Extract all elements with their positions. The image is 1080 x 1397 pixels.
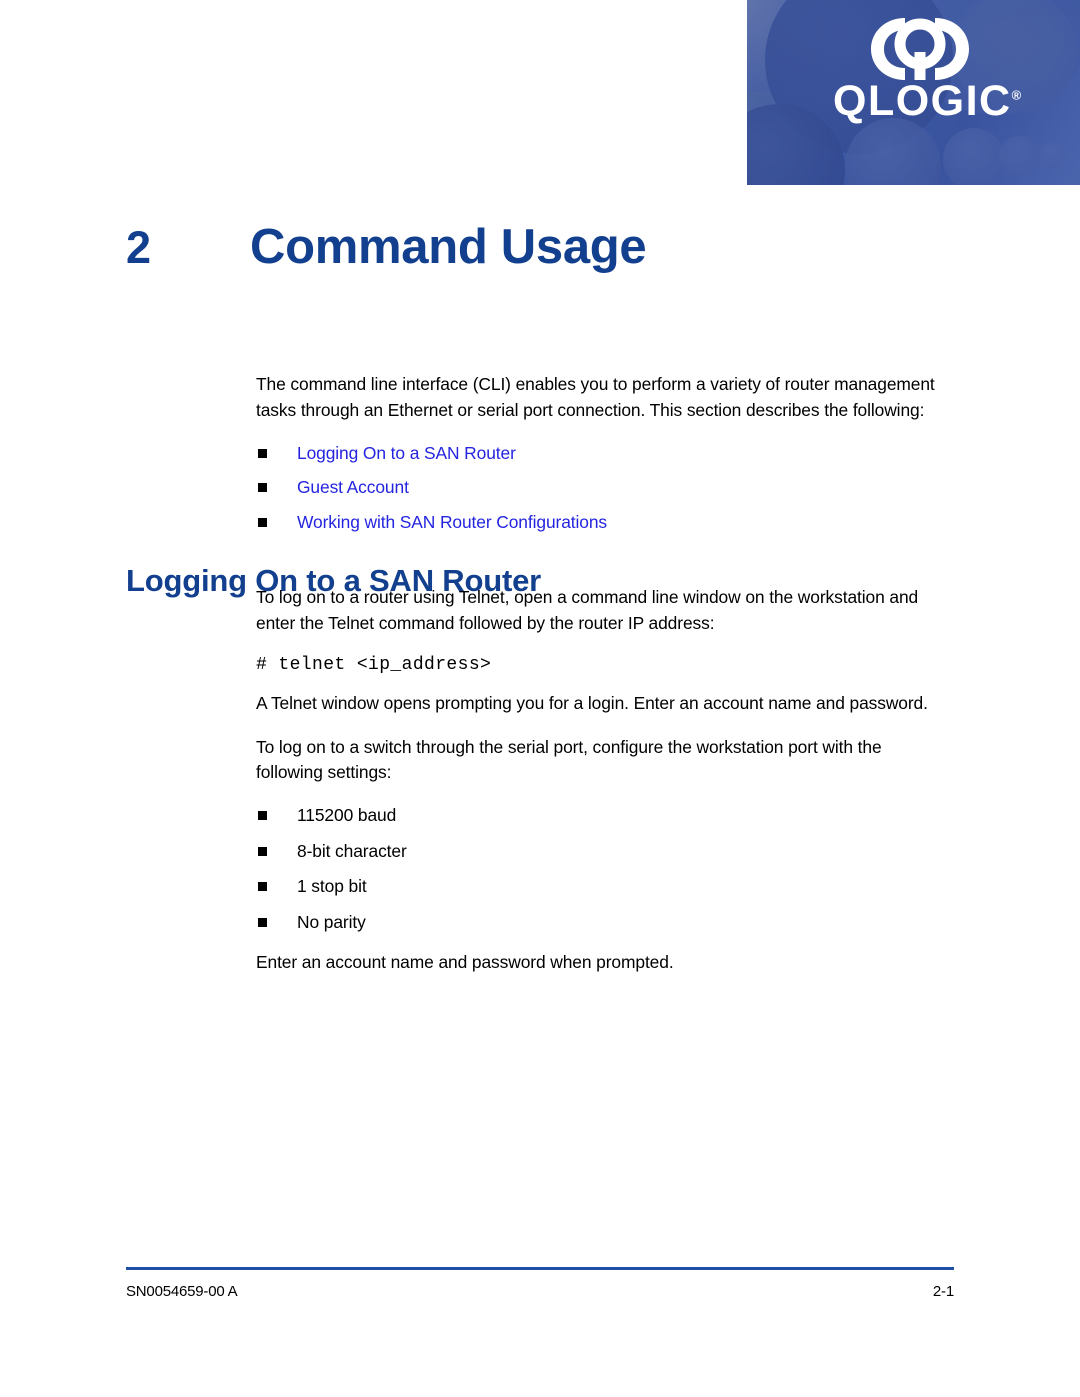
page-footer: SN0054659-00 A 2-1: [126, 1283, 954, 1300]
toc-link[interactable]: Logging On to a SAN Router: [297, 443, 516, 463]
document-id: SN0054659-00 A: [126, 1283, 238, 1300]
toc-link-list: Logging On to a SAN Router Guest Account…: [256, 442, 946, 534]
qlogic-monogram-icon: [871, 18, 969, 80]
bullet-square-icon: [258, 846, 267, 856]
chapter-title-text: Command Usage: [250, 220, 647, 274]
banner-bubble: [999, 136, 1039, 176]
banner-bubble: [1039, 142, 1065, 168]
qlogic-wordmark: QLOGIC®: [833, 80, 1021, 123]
bullet-square-icon: [258, 882, 267, 892]
list-item: 8-bit character: [256, 840, 946, 863]
bullet-square-icon: [258, 918, 267, 927]
list-item: Logging On to a SAN Router: [256, 442, 946, 465]
bullet-square-icon: [258, 811, 267, 821]
section-paragraph-4: Enter an account name and password when …: [256, 951, 674, 972]
telnet-command: # telnet <ip_address>: [256, 654, 492, 675]
banner-bubble: [943, 128, 1005, 185]
setting-label: No parity: [297, 912, 366, 932]
page-content: The command line interface (CLI) enables…: [256, 372, 946, 993]
setting-label: 115200 baud: [297, 805, 397, 826]
intro-paragraph: The command line interface (CLI) enables…: [256, 374, 935, 420]
chapter-title: 2 Command Usage: [126, 220, 926, 274]
heading-spacer: [256, 549, 946, 585]
list-item: No parity: [256, 911, 946, 934]
setting-label: 1 stop bit: [297, 876, 367, 897]
section-paragraph-2: A Telnet window opens prompting you for …: [256, 692, 928, 713]
bullet-square-icon: [258, 448, 267, 458]
list-item: 115200 baud: [256, 804, 946, 827]
wordmark-text: QLOGIC: [833, 77, 1012, 125]
section-paragraph-3: To log on to a switch through the serial…: [256, 736, 882, 783]
list-item: Guest Account: [256, 476, 946, 499]
toc-link[interactable]: Guest Account: [297, 477, 409, 497]
list-item: 1 stop bit: [256, 875, 946, 898]
chapter-number: 2: [126, 222, 152, 273]
setting-label: 8-bit character: [297, 840, 407, 861]
toc-link[interactable]: Working with SAN Router Configurations: [297, 512, 607, 532]
page-number: 2-1: [932, 1283, 954, 1300]
bullet-square-icon: [258, 517, 267, 527]
serial-settings-list: 115200 baud 8-bit character 1 stop bit N…: [256, 804, 946, 934]
list-item: Working with SAN Router Configurations: [256, 511, 946, 534]
footer-divider: [126, 1267, 954, 1270]
section-paragraph-1: To log on to a router using Telnet, open…: [256, 587, 919, 634]
bullet-square-icon: [258, 483, 267, 493]
registered-mark: ®: [1011, 87, 1022, 103]
qlogic-logo-banner: QLOGIC®: [747, 0, 1080, 185]
